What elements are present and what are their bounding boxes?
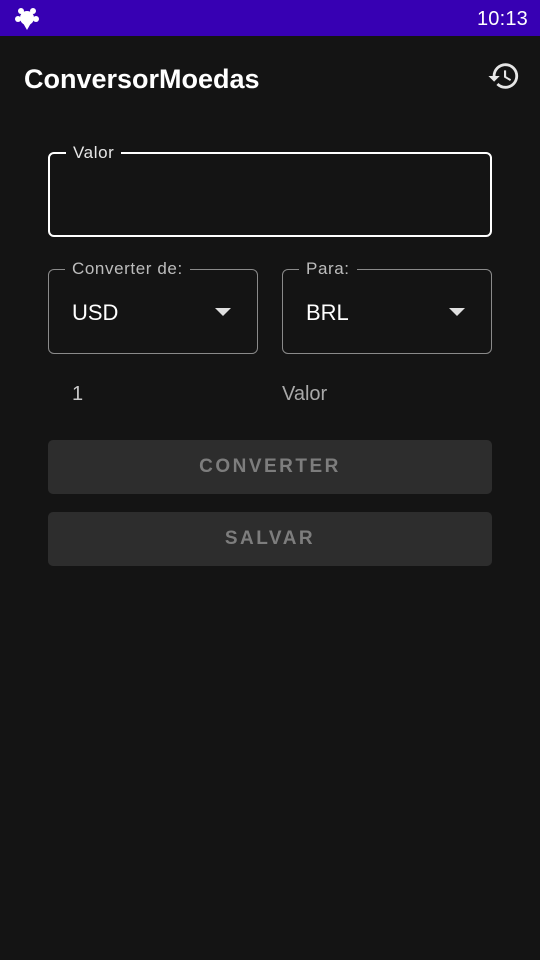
history-button[interactable] (484, 58, 524, 98)
from-currency-label: Converter de: (65, 259, 190, 279)
value-input-field[interactable]: Valor (48, 143, 492, 237)
chevron-down-icon (215, 308, 231, 316)
save-button[interactable]: SALVAR (48, 512, 492, 566)
from-currency-dropdown[interactable]: Converter de: USD (48, 259, 258, 354)
history-icon (487, 59, 521, 98)
amount-text: 1 (72, 383, 84, 405)
result-text: Valor (282, 383, 328, 405)
status-time: 10:13 (476, 8, 528, 30)
app-launcher-icon (14, 5, 40, 31)
app-screen: 10:13 ConversorMoedas Valor Converter de… (0, 0, 540, 960)
value-field-label: Valor (66, 143, 122, 163)
from-currency-value: USD (72, 300, 119, 325)
convert-button[interactable]: CONVERTER (48, 440, 492, 494)
status-bar: 10:13 (0, 0, 540, 36)
to-currency-dropdown[interactable]: Para: BRL (282, 259, 492, 354)
app-title: ConversorMoedas (24, 64, 260, 94)
to-currency-value: BRL (306, 300, 349, 325)
chevron-down-icon (449, 308, 465, 316)
to-currency-label: Para: (299, 259, 357, 279)
